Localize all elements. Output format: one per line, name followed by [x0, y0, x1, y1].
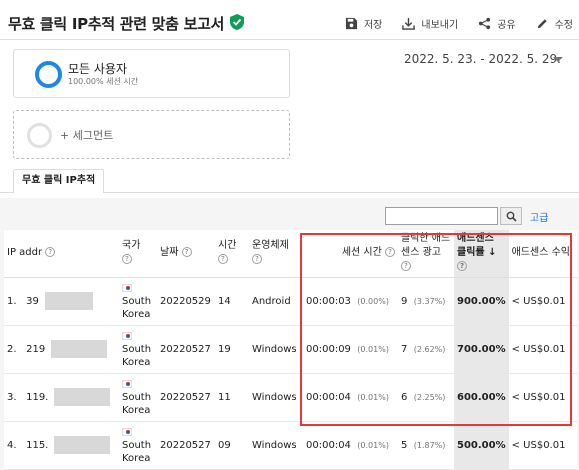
save-button[interactable]: 저장: [345, 16, 382, 31]
empty-segment-indicator: [27, 123, 52, 148]
segment-all-users[interactable]: 모든 사용자 100.00% 세션 시간: [13, 49, 290, 98]
report-actions: 저장 내보내기 공유 수정: [345, 16, 573, 31]
cell-adsense-ctr: 600.00%: [454, 373, 509, 422]
segment-color-indicator: [35, 61, 62, 88]
cell-ip: 4. 115.: [4, 421, 119, 470]
cell-country: South Korea: [119, 373, 157, 422]
help-icon[interactable]: ?: [218, 254, 228, 265]
column-header-adsense-revenue[interactable]: 애드센스 수익: [508, 230, 577, 278]
cell-date: 20220527: [157, 373, 215, 422]
cell-os: Android: [249, 277, 303, 326]
cell-country: South Korea: [119, 277, 157, 326]
add-segment-label: + 세그먼트: [60, 129, 114, 142]
column-header-hour[interactable]: 시간?: [215, 230, 249, 278]
verified-shield-icon: [230, 14, 244, 30]
korea-flag-icon: [122, 283, 132, 292]
cell-date: 20220529: [157, 277, 215, 326]
help-icon[interactable]: ?: [181, 247, 192, 258]
cell-adsense-revenue: < US$0.01: [508, 373, 577, 422]
add-segment-button[interactable]: + 세그먼트: [13, 110, 290, 159]
cell-os: Windows: [249, 373, 303, 422]
cell-adsense-ctr: 500.00%: [454, 421, 509, 470]
column-header-adsense-clicks[interactable]: 클릭한 애드센스 광고 ?: [398, 230, 454, 278]
cell-hour: 09: [215, 421, 249, 470]
chevron-down-icon[interactable]: [553, 57, 563, 62]
search-icon: [506, 211, 517, 222]
cell-adsense-revenue: < US$0.01: [508, 325, 577, 374]
pencil-icon: [537, 19, 547, 29]
redacted-ip-block: [51, 340, 108, 358]
help-icon[interactable]: ?: [45, 247, 56, 258]
share-icon: [479, 17, 491, 30]
cell-adsense-ctr: 700.00%: [454, 325, 509, 374]
tab-invalid-click-ip[interactable]: 무효 클릭 IP추적: [13, 169, 105, 193]
korea-flag-icon: [122, 331, 132, 340]
redacted-ip-block: [54, 388, 111, 406]
table-row[interactable]: 4. 115. South Korea 20220527 09 Windows 00:00:…: [4, 421, 577, 470]
cell-adsense-clicks: 6 (2.25%): [398, 373, 454, 422]
cell-adsense-clicks: 7 (2.62%): [398, 325, 454, 374]
save-icon: [345, 17, 358, 30]
share-button[interactable]: 공유: [478, 16, 516, 31]
column-header-session-duration[interactable]: 세션 시간 ?: [303, 230, 398, 278]
edit-label: 수정: [554, 20, 573, 31]
table-row[interactable]: 3. 119. South Korea 20220527 11 Windows 00:00:…: [4, 373, 577, 422]
cell-date: 20220527: [157, 421, 215, 470]
help-icon[interactable]: ?: [252, 254, 262, 265]
cell-session-duration: 00:00:04 (0.01%): [303, 373, 398, 422]
cell-hour: 19: [215, 325, 249, 374]
export-label: 내보내기: [421, 20, 459, 31]
cell-adsense-revenue: < US$0.01: [508, 277, 577, 326]
redacted-ip-block: [44, 292, 93, 310]
table-row[interactable]: 2. 219 South Korea 20220527 19 Windows 00:00:0…: [4, 325, 577, 374]
cell-session-duration: 00:00:03 (0.00%): [303, 277, 398, 326]
table-header-row: IP addr ? 국가? 날짜 ? 시간? 운영체제? 세션 시간 ? 클릭한…: [4, 230, 577, 278]
export-button[interactable]: 내보내기: [402, 16, 458, 31]
table-search-input[interactable]: [385, 207, 498, 225]
redacted-ip-block: [54, 436, 111, 454]
column-header-os[interactable]: 운영체제?: [249, 230, 303, 278]
help-icon[interactable]: ?: [122, 254, 132, 265]
column-header-country[interactable]: 국가?: [119, 230, 157, 278]
cell-date: 20220527: [157, 325, 215, 374]
segment-subtitle: 100.00% 세션 시간: [68, 77, 139, 86]
segment-name: 모든 사용자: [68, 62, 128, 76]
date-range-selector[interactable]: 2022. 5. 23. - 2022. 5. 29.: [404, 52, 561, 66]
cell-ip: 1. 39: [4, 277, 119, 326]
korea-flag-icon: [122, 427, 132, 436]
report-header: 무효 클릭 IP추적 관련 맞춤 보고서 저장 내보내기 공유 수정: [0, 0, 579, 40]
cell-session-duration: 00:00:04 (0.01%): [303, 421, 398, 470]
cell-ip: 2. 219: [4, 325, 119, 374]
share-label: 공유: [497, 20, 516, 31]
save-label: 저장: [363, 20, 383, 31]
table-row[interactable]: 1. 39 South Korea 20220529 14 Android 00:00:03…: [4, 277, 577, 326]
cell-adsense-ctr: 900.00%: [454, 277, 509, 326]
column-header-date[interactable]: 날짜 ?: [157, 230, 215, 278]
korea-flag-icon: [122, 379, 132, 388]
edit-button[interactable]: 수정: [536, 16, 573, 31]
cell-hour: 11: [215, 373, 249, 422]
help-icon[interactable]: ?: [457, 261, 467, 272]
cell-country: South Korea: [119, 325, 157, 374]
page-title: 무효 클릭 IP추적 관련 맞춤 보고서: [8, 15, 225, 33]
sort-descending-icon: ↓: [488, 247, 497, 259]
column-header-adsense-ctr[interactable]: 애드센스 클릭률 ↓ ?: [454, 230, 509, 278]
search-button[interactable]: [500, 207, 522, 225]
cell-ip: 3. 119.: [4, 373, 119, 422]
cell-os: Windows: [249, 325, 303, 374]
download-icon: [402, 17, 416, 30]
help-icon[interactable]: ?: [385, 247, 395, 258]
cell-os: Windows: [249, 421, 303, 470]
cell-adsense-revenue: < US$0.01: [508, 421, 577, 470]
cell-session-duration: 00:00:09 (0.01%): [303, 325, 398, 374]
report-table: IP addr ? 국가? 날짜 ? 시간? 운영체제? 세션 시간 ? 클릭한…: [4, 230, 577, 470]
help-icon[interactable]: ?: [401, 261, 411, 272]
column-header-ip[interactable]: IP addr ?: [4, 230, 119, 278]
cell-adsense-clicks: 9 (3.37%): [398, 277, 454, 326]
cell-hour: 14: [215, 277, 249, 326]
cell-country: South Korea: [119, 421, 157, 470]
advanced-filter-link[interactable]: 고급: [530, 209, 548, 224]
cell-adsense-clicks: 5 (1.87%): [398, 421, 454, 470]
